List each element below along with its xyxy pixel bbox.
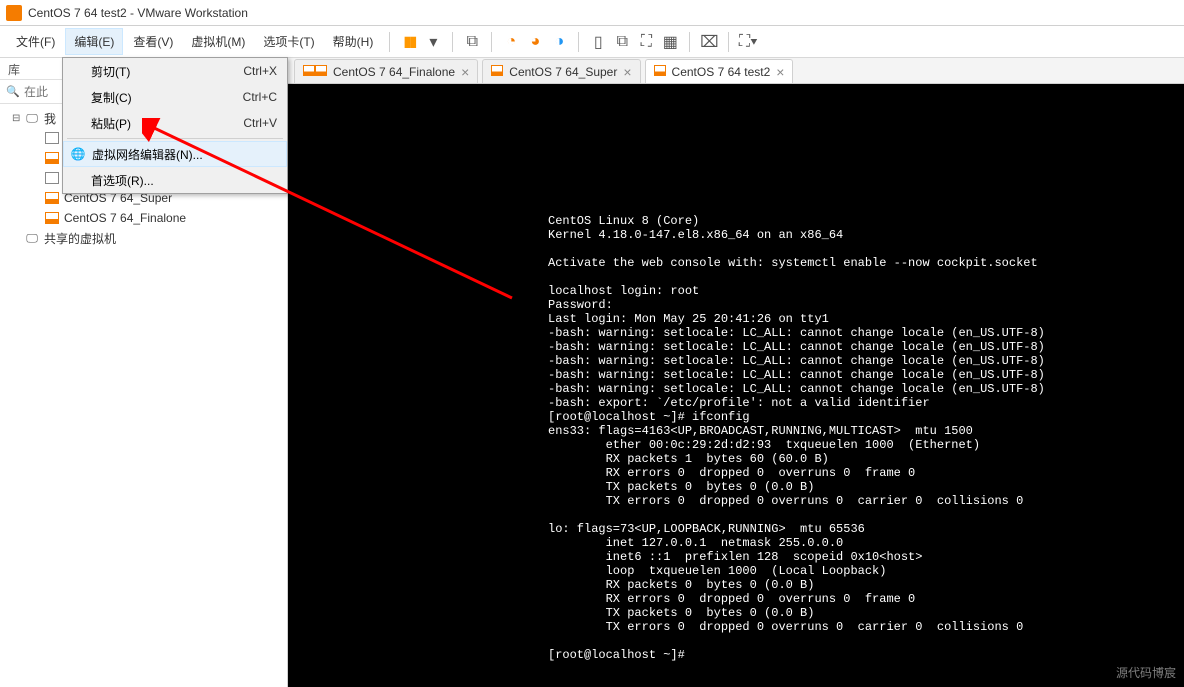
separator [689, 32, 690, 52]
tab-label: CentOS 7 64_Finalone [333, 65, 455, 79]
host-icon: 🖵 [24, 111, 40, 125]
edit-menu-dropdown: 剪切(T) Ctrl+X 复制(C) Ctrl+C 粘贴(P) Ctrl+V 🌐… [62, 57, 288, 194]
menu-help[interactable]: 帮助(H) [325, 29, 382, 54]
menu-cut[interactable]: 剪切(T) Ctrl+X [63, 58, 287, 84]
menu-label: 剪切(T) [91, 63, 130, 80]
separator [728, 32, 729, 52]
shared-icon: 🖵 [24, 231, 40, 245]
menu-copy[interactable]: 复制(C) Ctrl+C [63, 84, 287, 110]
tab-finalone[interactable]: CentOS 7 64_Finalone × [294, 59, 478, 83]
clock1-icon[interactable]: ◔ [500, 31, 522, 53]
vm-on-icon [491, 65, 503, 79]
view2-icon[interactable]: ⧉ [611, 31, 633, 53]
vm-on-icon [44, 151, 60, 165]
menu-label: 复制(C) [91, 89, 132, 106]
terminal[interactable]: CentOS Linux 8 (Core) Kernel 4.18.0-147.… [288, 84, 1184, 687]
tree-root-label: 我 [44, 110, 56, 127]
clock3-icon[interactable]: ◑ [548, 31, 570, 53]
view4-icon[interactable]: ▦ [659, 31, 681, 53]
menu-virtual-network-editor[interactable]: 🌐 虚拟网络编辑器(N)... [63, 141, 287, 167]
expand-icon[interactable]: ⊟ [12, 113, 24, 124]
separator [491, 32, 492, 52]
tab-label: CentOS 7 64 test2 [672, 65, 771, 79]
vm-off-icon [44, 171, 60, 185]
console-icon[interactable]: ⌧ [698, 31, 720, 53]
tree-shared-label: 共享的虚拟机 [44, 230, 116, 247]
globe-icon: 🌐 [70, 147, 86, 161]
content: CentOS 7 64_Finalone × CentOS 7 64_Super… [288, 58, 1184, 687]
close-icon[interactable]: × [461, 64, 469, 80]
vm-off-icon [44, 131, 60, 145]
fullscreen-icon[interactable]: ⛶▾ [737, 31, 759, 53]
window-title: CentOS 7 64 test2 - VMware Workstation [28, 6, 248, 20]
menu-preferences[interactable]: 首选项(R)... [63, 167, 287, 193]
tab-super[interactable]: CentOS 7 64_Super × [482, 59, 640, 83]
menu-paste[interactable]: 粘贴(P) Ctrl+V [63, 110, 287, 136]
menu-shortcut: Ctrl+V [243, 116, 277, 130]
menubar: 文件(F) 编辑(E) 查看(V) 虚拟机(M) 选项卡(T) 帮助(H) ▮▮… [0, 26, 1184, 58]
vm-on-icon [654, 65, 666, 79]
tabbar: CentOS 7 64_Finalone × CentOS 7 64_Super… [288, 58, 1184, 84]
separator [578, 32, 579, 52]
titlebar: CentOS 7 64 test2 - VMware Workstation [0, 0, 1184, 26]
menu-edit[interactable]: 编辑(E) [65, 28, 123, 55]
close-icon[interactable]: × [776, 64, 784, 80]
menu-file[interactable]: 文件(F) [8, 29, 63, 54]
vm-on-icon [44, 191, 60, 205]
search-icon: 🔍 [6, 85, 20, 98]
dropdown-icon[interactable]: ▾ [422, 31, 444, 53]
view1-icon[interactable]: ▯ [587, 31, 609, 53]
menu-label: 粘贴(P) [91, 115, 131, 132]
menu-tabs[interactable]: 选项卡(T) [255, 29, 322, 54]
menu-shortcut: Ctrl+C [243, 90, 277, 104]
tree-vm-item[interactable]: CentOS 7 64_Finalone [2, 208, 285, 228]
separator [389, 32, 390, 52]
watermark: 源代码博宸 [1116, 664, 1176, 681]
menu-view[interactable]: 查看(V) [125, 29, 181, 54]
tree-item-label: CentOS 7 64_Finalone [64, 211, 186, 225]
tab-test2[interactable]: CentOS 7 64 test2 × [645, 59, 794, 83]
menu-shortcut: Ctrl+X [243, 64, 277, 78]
menu-label: 首选项(R)... [91, 172, 154, 189]
view3-icon[interactable]: ⛶ [635, 31, 657, 53]
clock2-icon[interactable]: ◕ [524, 31, 546, 53]
vm-on-icon [44, 211, 60, 225]
app-logo-icon [6, 5, 22, 21]
menu-vm[interactable]: 虚拟机(M) [183, 29, 253, 54]
tab-label: CentOS 7 64_Super [509, 65, 617, 79]
menu-divider [67, 138, 283, 139]
snapshot-icon[interactable]: ⧉ [461, 31, 483, 53]
menu-label: 虚拟网络编辑器(N)... [92, 146, 203, 163]
separator [452, 32, 453, 52]
vm-on-icon [303, 65, 327, 79]
pause-button[interactable]: ▮▮ [398, 31, 420, 53]
tree-shared[interactable]: 🖵 共享的虚拟机 [2, 228, 285, 248]
close-icon[interactable]: × [623, 64, 631, 80]
